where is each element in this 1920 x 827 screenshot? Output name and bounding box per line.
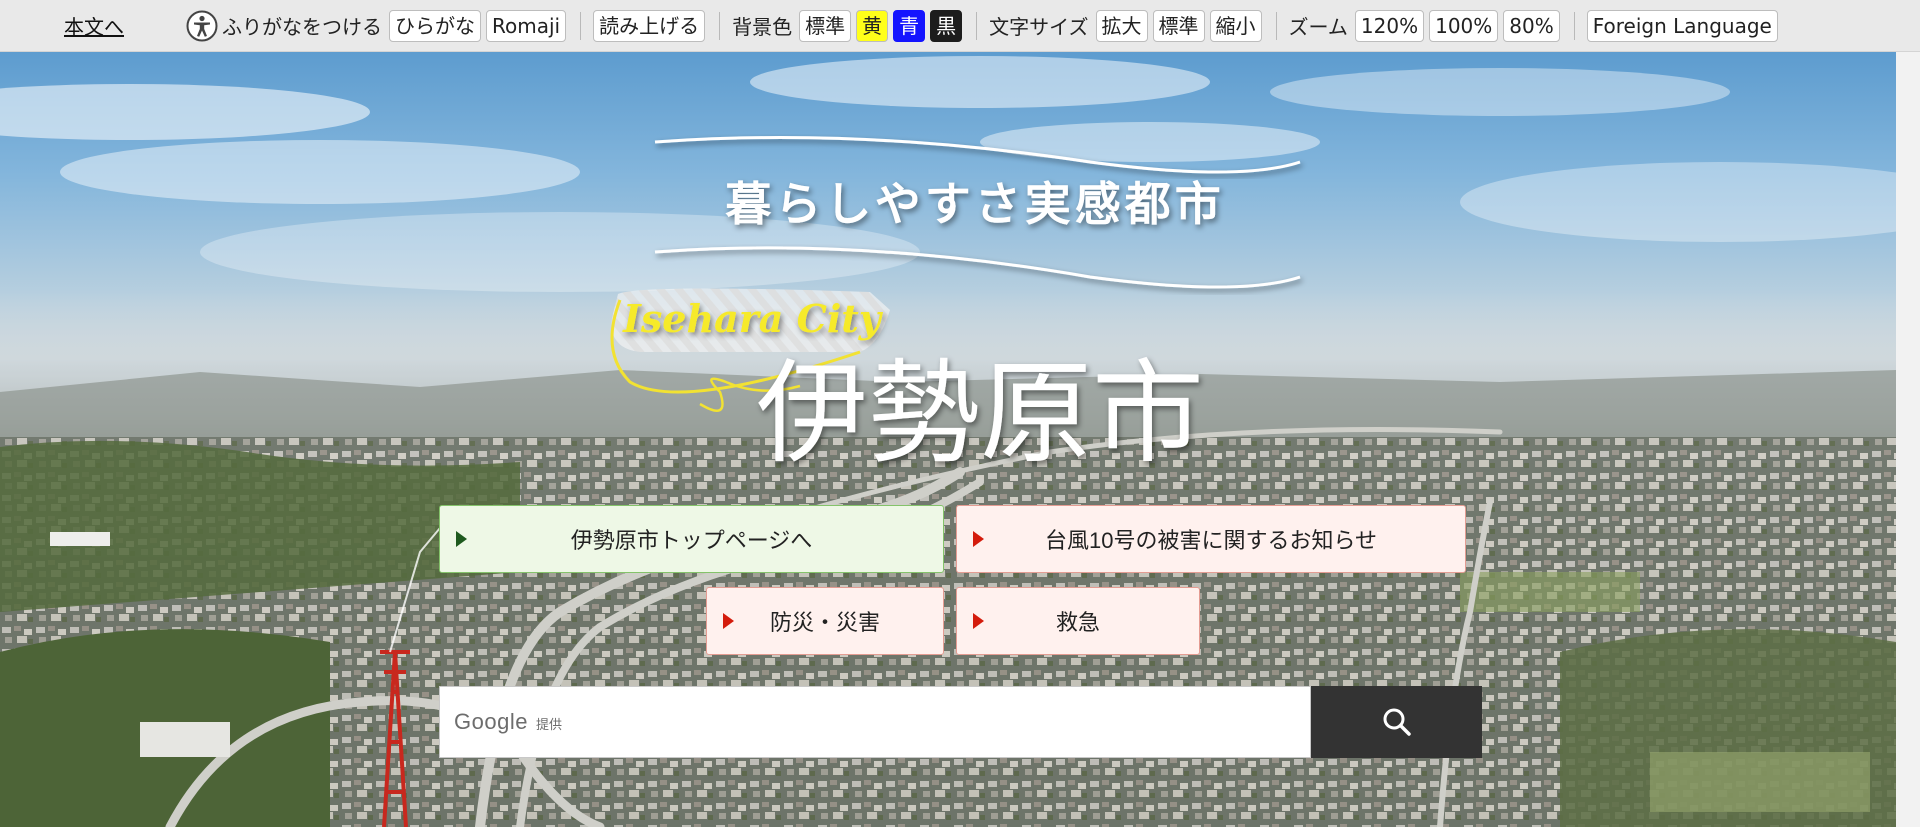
zoom-80-button[interactable]: 80%	[1503, 9, 1560, 42]
disaster-link[interactable]: 防災・災害	[706, 587, 944, 655]
toolbar-divider	[1573, 11, 1575, 40]
arrow-right-icon	[723, 613, 734, 629]
bg-yellow-button[interactable]: 黄	[856, 9, 889, 42]
zoom-120-button[interactable]: 120%	[1354, 9, 1425, 42]
typhoon-notice-link[interactable]: 台風10号の被害に関するお知らせ	[956, 505, 1466, 573]
arrow-right-icon	[456, 531, 467, 547]
zoom-100-button[interactable]: 100%	[1429, 9, 1499, 42]
toolbar-divider	[1275, 11, 1277, 40]
toolbar-divider	[719, 11, 721, 40]
google-brand-label: Google	[454, 709, 528, 734]
font-standard-button[interactable]: 標準	[1152, 9, 1205, 42]
catchphrase-text: 暮らしやすさ実感都市	[725, 177, 1225, 231]
read-aloud-button[interactable]: 読み上げる	[593, 9, 706, 42]
city-name-en: Isehara City	[622, 296, 884, 341]
bg-blue-button[interactable]: 青	[893, 9, 926, 42]
hiragana-button[interactable]: ひらがな	[389, 9, 481, 42]
site-search-input[interactable]: Google 提供	[439, 686, 1311, 758]
search-icon	[1383, 708, 1411, 736]
arrow-right-icon	[973, 531, 984, 547]
furigana-label[interactable]: ふりがなをつける	[222, 11, 382, 40]
page-scrollbar[interactable]	[1896, 52, 1920, 827]
toolbar-divider	[580, 11, 582, 40]
search-provider-label: 提供	[535, 717, 562, 732]
emergency-link-label: 救急	[1055, 610, 1100, 635]
top-page-link-label: 伊勢原市トップページへ	[570, 528, 813, 553]
foreign-language-button[interactable]: Foreign Language	[1586, 9, 1778, 42]
bg-standard-button[interactable]: 標準	[799, 9, 852, 42]
disaster-link-label: 防災・災害	[769, 610, 880, 635]
accessibility-icon	[186, 10, 218, 41]
bg-black-button[interactable]: 黒	[930, 9, 963, 42]
background-color-label: 背景色	[732, 15, 793, 39]
typhoon-notice-link-label: 台風10号の被害に関するお知らせ	[1044, 528, 1378, 553]
emergency-link[interactable]: 救急	[956, 587, 1200, 655]
search-button[interactable]	[1311, 686, 1482, 758]
accessibility-toolbar: 本文へ ふりがなをつける ひらがな Romaji 読み上げる 背景色 標準 黄 …	[0, 0, 1920, 52]
font-enlarge-button[interactable]: 拡大	[1095, 9, 1148, 42]
toolbar-divider	[976, 11, 978, 40]
font-size-label: 文字サイズ	[989, 15, 1089, 39]
top-page-link[interactable]: 伊勢原市トップページへ	[439, 505, 944, 573]
arrow-right-icon	[973, 613, 984, 629]
skip-to-content-link[interactable]: 本文へ	[64, 11, 124, 40]
city-name-title: 伊勢原市	[756, 349, 1204, 479]
romaji-button[interactable]: Romaji	[486, 9, 567, 42]
zoom-label: ズーム	[1288, 15, 1348, 39]
font-shrink-button[interactable]: 縮小	[1209, 9, 1262, 42]
